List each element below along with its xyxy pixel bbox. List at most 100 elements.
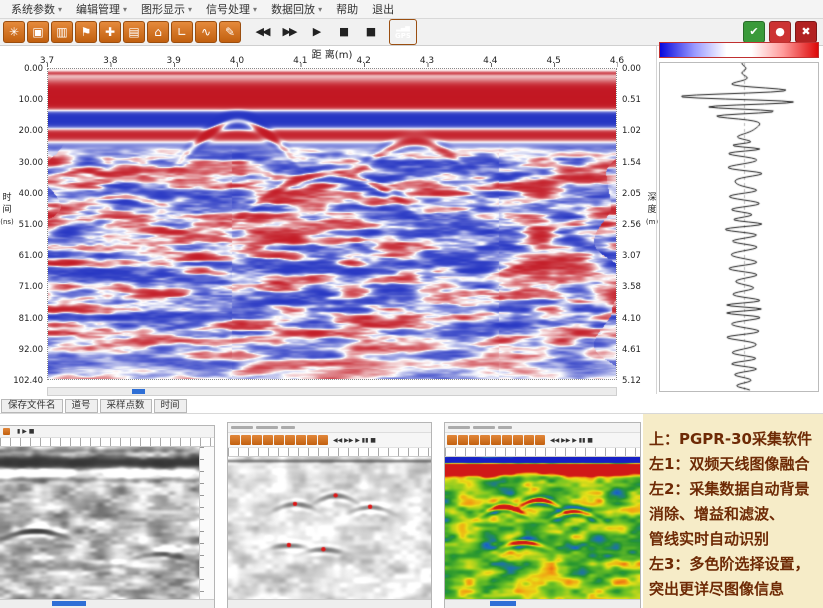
status-tab-sample-count[interactable]: 采样点数	[100, 399, 152, 413]
toolbar-icon	[285, 435, 295, 445]
mini-screenshot-processed: ◀◀ ▶▶ ▶ ▮▮ ■	[227, 422, 432, 608]
pin-button[interactable]: ✚	[99, 21, 121, 43]
mini3-image-area	[445, 457, 640, 599]
delete-button[interactable]: ▥	[51, 21, 73, 43]
record-button[interactable]: ●	[769, 21, 791, 43]
gpr-image-grayscale	[0, 447, 200, 599]
mini2-image-area	[228, 457, 431, 599]
annotation-line: 上：PGPR-30采集软件	[649, 427, 823, 452]
save-button[interactable]: ▣	[27, 21, 49, 43]
depth-tick-label: 5.12	[622, 376, 656, 386]
time-axis-label: 时间(ns)	[0, 192, 14, 228]
toolbar-icon	[252, 435, 262, 445]
chevron-down-icon: ▾	[123, 0, 127, 19]
toolbar-icon	[524, 435, 534, 445]
gpr-image-rainbow	[445, 457, 640, 599]
depth-tick-label: 0.00	[622, 64, 656, 74]
mini-playback-icons: ◀◀ ▶▶ ▶ ▮▮ ■	[550, 437, 593, 444]
display-icon: ▤	[128, 25, 139, 39]
annotation-line: 左2：采集数据自动背景	[649, 477, 823, 502]
status-tab-trace-number[interactable]: 道号	[65, 399, 98, 413]
mini1-image-area	[0, 447, 214, 599]
mini3-statusbar	[445, 599, 640, 608]
toolbar-icon	[535, 435, 545, 445]
scrollbar-handle	[490, 601, 516, 606]
annotation-panel: 上：PGPR-30采集软件左1：双频天线图像融合左2：采集数据自动背景消除、增益…	[643, 414, 823, 608]
marker-icon: ⚑	[81, 25, 92, 39]
pgpr-app-window: 系统参数▾编辑管理▾图形显示▾信号处理▾数据回放▾帮助退出 ✳▣▥⚑✚▤⌂∟∿✎…	[0, 0, 823, 608]
mini1-titlebar: ▮ ▶ ■	[0, 426, 214, 438]
time-tick-label: 81.00	[9, 314, 43, 324]
scrollbar-handle[interactable]	[132, 389, 145, 394]
marker-button[interactable]: ⚑	[75, 21, 97, 43]
menu-item-7[interactable]: 退出	[365, 0, 401, 19]
connect-button[interactable]: ✔	[743, 21, 765, 43]
toolbar-icon	[296, 435, 306, 445]
menu-item-5[interactable]: 数据回放▾	[264, 0, 329, 19]
menu-bar: 系统参数▾编辑管理▾图形显示▾信号处理▾数据回放▾帮助退出	[0, 0, 823, 19]
menu-item-1[interactable]: 系统参数▾	[4, 0, 69, 19]
annotation-line: 左1：双频天线图像融合	[649, 452, 823, 477]
measure-button[interactable]: ∟	[171, 21, 193, 43]
radargram-plot	[47, 68, 617, 380]
toolbar-icon	[241, 435, 251, 445]
delete-icon: ▥	[56, 25, 67, 39]
toolbar-icon	[447, 435, 457, 445]
home-button[interactable]: ⌂	[147, 21, 169, 43]
mini2-toolbar: ◀◀ ▶▶ ▶ ▮▮ ■	[228, 433, 431, 448]
fast-forward-button[interactable]: ▶▶	[276, 21, 302, 43]
playback-controls: ◀◀▶▶▶▮▮■	[249, 21, 383, 43]
x-axis-ruler	[47, 63, 618, 67]
gps-button-label: GPS	[395, 32, 411, 40]
menu-item-label: 退出	[372, 0, 394, 19]
annotation-line: 突出更详尽图像信息	[649, 577, 823, 602]
gallery-section: ▮ ▶ ■ ◀◀ ▶▶ ▶ ▮▮ ■	[0, 413, 823, 608]
toolbar-icon	[502, 435, 512, 445]
status-tab-time[interactable]: 时间	[154, 399, 187, 413]
mini-screenshot-dual-frequency: ▮ ▶ ■	[0, 425, 215, 608]
depth-tick-label: 4.61	[622, 345, 656, 355]
mini-playback-icons: ◀◀ ▶▶ ▶ ▮▮ ■	[333, 437, 376, 444]
menu-item-6[interactable]: 帮助	[329, 0, 365, 19]
menu-item-label: 编辑管理	[76, 0, 120, 19]
play-button[interactable]: ▶	[303, 21, 329, 43]
stop-button[interactable]: ■	[357, 21, 383, 43]
toolbar-icon	[458, 435, 468, 445]
ruler	[445, 448, 640, 457]
save-icon: ▣	[32, 25, 43, 39]
edit-button[interactable]: ✎	[219, 21, 241, 43]
close-button[interactable]: ✖	[795, 21, 817, 43]
annotation-line: 管线实时自动识别	[649, 527, 823, 552]
mini-playback-icons: ▮ ▶ ■	[17, 428, 34, 435]
status-tab-filename[interactable]: 保存文件名	[1, 399, 63, 413]
time-tick-label: 30.00	[9, 158, 43, 168]
menu-item-4[interactable]: 信号处理▾	[199, 0, 264, 19]
horizontal-scrollbar[interactable]	[47, 387, 617, 396]
depth-tick-label: 1.02	[622, 126, 656, 136]
menu-item-2[interactable]: 编辑管理▾	[69, 0, 134, 19]
toolbar-icon	[230, 435, 240, 445]
settings-button[interactable]: ✳	[3, 21, 25, 43]
axis-label-char: 间	[0, 204, 14, 216]
depth-tick-label: 0.51	[622, 95, 656, 105]
depth-tick-label: 3.58	[622, 282, 656, 292]
rewind-button[interactable]: ◀◀	[249, 21, 275, 43]
scrollbar-handle	[52, 601, 86, 606]
depth-tick-label: 3.07	[622, 251, 656, 261]
toolbar-icon	[469, 435, 479, 445]
toolbar-icon-group: ✳ ▣ ▥ ⚑ ✚ ▤ ⌂ ∟ ∿ ✎	[3, 21, 241, 43]
x-axis-title: 距 离(m)	[47, 46, 617, 61]
depth-tick-label: 1.54	[622, 158, 656, 168]
gps-button[interactable]: ▂▄▆ GPS	[389, 19, 417, 45]
toolbar-icon	[263, 435, 273, 445]
signal-icon: ∿	[201, 25, 211, 39]
display-button[interactable]: ▤	[123, 21, 145, 43]
measure-icon: ∟	[177, 25, 187, 39]
mini3-menubar	[445, 423, 640, 433]
toolbar-icon	[480, 435, 490, 445]
signal-button[interactable]: ∿	[195, 21, 217, 43]
menu-item-3[interactable]: 图形显示▾	[134, 0, 199, 19]
mini-screenshot-color-palette: ◀◀ ▶▶ ▶ ▮▮ ■	[444, 422, 641, 608]
pause-button[interactable]: ▮▮	[330, 21, 356, 43]
annotation-line: 左3：多色阶选择设置，	[649, 552, 823, 577]
